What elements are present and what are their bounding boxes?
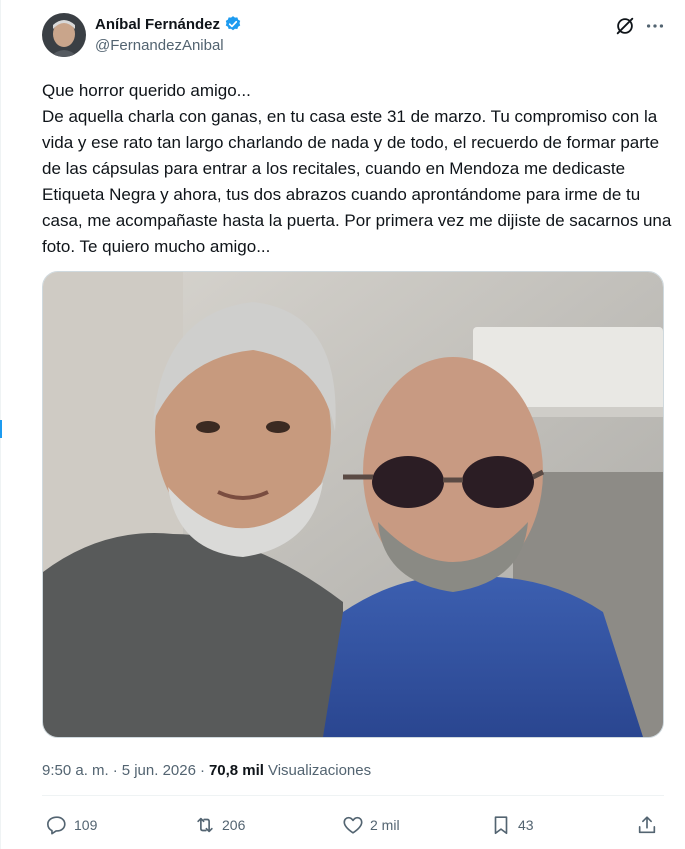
meta-separator: · [199, 761, 205, 779]
like-button[interactable]: 2 mil [342, 810, 400, 840]
grok-icon[interactable] [614, 15, 636, 37]
divider [42, 795, 664, 796]
author-name-row: Aníbal Fernández [95, 14, 242, 34]
bookmark-count: 43 [518, 817, 534, 833]
bookmark-icon [494, 816, 508, 835]
avatar[interactable] [42, 13, 86, 57]
repost-count: 206 [222, 817, 246, 833]
reply-button[interactable]: 109 [46, 810, 97, 840]
bookmark-button[interactable]: 43 [490, 810, 534, 840]
views-label: Visualizaciones [267, 761, 372, 779]
verified-badge-icon[interactable] [224, 15, 242, 33]
author-block: Aníbal Fernández @FernandezAnibal [95, 14, 242, 54]
reply-count: 109 [74, 817, 98, 833]
action-bar: 109 206 2 mil 43 [42, 810, 664, 840]
author-handle[interactable]: @FernandezAnibal [95, 37, 242, 54]
post-time[interactable]: 9:50 a. m. [42, 762, 109, 779]
share-icon [638, 816, 656, 834]
post-text: Que horror querido amigo... De aquella c… [42, 81, 672, 256]
post-meta: 9:50 a. m. · 5 jun. 2026 · 70,8 mil Visu… [42, 760, 371, 780]
author-name[interactable]: Aníbal Fernández [95, 16, 220, 33]
views-count[interactable]: 70,8 mil [209, 762, 264, 779]
post-photo[interactable] [42, 271, 664, 738]
share-button[interactable] [636, 810, 658, 840]
repost-button[interactable]: 206 [194, 810, 245, 840]
like-count: 2 mil [370, 817, 400, 833]
reply-icon [47, 816, 66, 835]
repost-icon [197, 817, 213, 833]
post: Aníbal Fernández @FernandezAnibal Que ho… [0, 0, 685, 849]
more-icon[interactable] [644, 15, 666, 37]
post-date[interactable]: 5 jun. 2026 [122, 762, 196, 779]
like-icon [343, 816, 363, 834]
meta-separator: · [112, 761, 118, 779]
